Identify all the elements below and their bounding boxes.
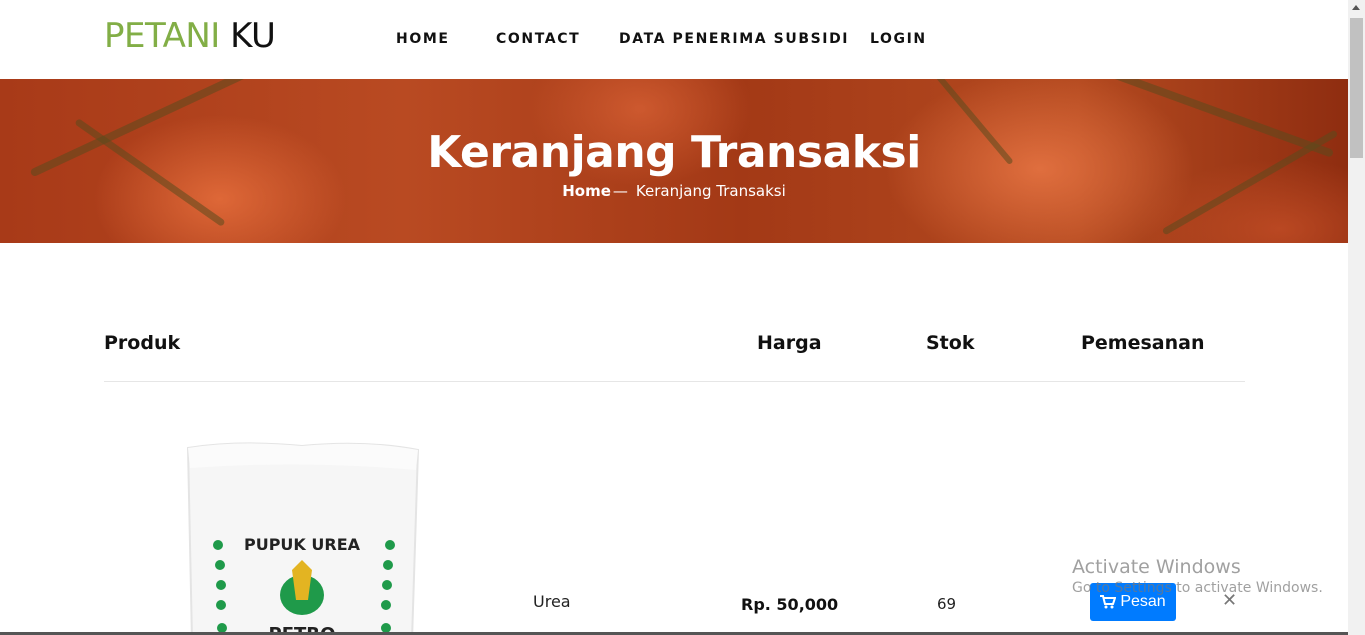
vertical-scrollbar[interactable] bbox=[1348, 0, 1365, 635]
table-divider bbox=[104, 381, 1245, 382]
column-header-harga: Harga bbox=[757, 332, 822, 354]
pesan-button[interactable]: Pesan bbox=[1090, 583, 1176, 621]
brand-logo[interactable]: PETANI KU bbox=[104, 16, 276, 56]
nav-home[interactable]: HOME bbox=[396, 31, 450, 47]
breadcrumb-home[interactable]: Home bbox=[562, 182, 611, 200]
product-name: Urea bbox=[533, 592, 571, 611]
watermark-line1: Activate Windows bbox=[1072, 556, 1241, 578]
product-image-label-top: PUPUK UREA bbox=[244, 535, 361, 554]
page-title: Keranjang Transaksi bbox=[427, 127, 921, 178]
product-image: PUPUK UREA PETRO bbox=[180, 440, 425, 635]
product-stock: 69 bbox=[937, 595, 957, 613]
column-header-stok: Stok bbox=[926, 332, 975, 354]
nav-data-penerima-subsidi[interactable]: DATA PENERIMA SUBSIDI bbox=[619, 31, 849, 47]
column-header-pemesanan: Pemesanan bbox=[1081, 332, 1205, 354]
nav-login[interactable]: LOGIN bbox=[870, 31, 927, 47]
nav-contact[interactable]: CONTACT bbox=[496, 31, 580, 47]
scrollbar-thumb[interactable] bbox=[1350, 18, 1363, 158]
site-header: PETANI KU HOME CONTACT DATA PENERIMA SUB… bbox=[0, 0, 1348, 79]
cart-icon bbox=[1100, 595, 1117, 609]
breadcrumb-current: Keranjang Transaksi bbox=[635, 182, 786, 200]
breadcrumb-separator: — bbox=[612, 182, 628, 200]
scroll-up-arrow-icon[interactable] bbox=[1352, 5, 1360, 10]
brand-name-part2: KU bbox=[219, 16, 276, 56]
column-header-produk: Produk bbox=[104, 332, 181, 354]
remove-item-close-icon[interactable]: ✕ bbox=[1222, 590, 1237, 611]
hero-banner: Keranjang Transaksi Home — Keranjang Trans… bbox=[0, 79, 1348, 243]
brand-name-part1: PETANI bbox=[104, 16, 220, 56]
pesan-button-label: Pesan bbox=[1120, 593, 1166, 610]
product-price: Rp. 50,000 bbox=[741, 595, 839, 614]
breadcrumb: Home — Keranjang Transaksi bbox=[0, 182, 1348, 200]
